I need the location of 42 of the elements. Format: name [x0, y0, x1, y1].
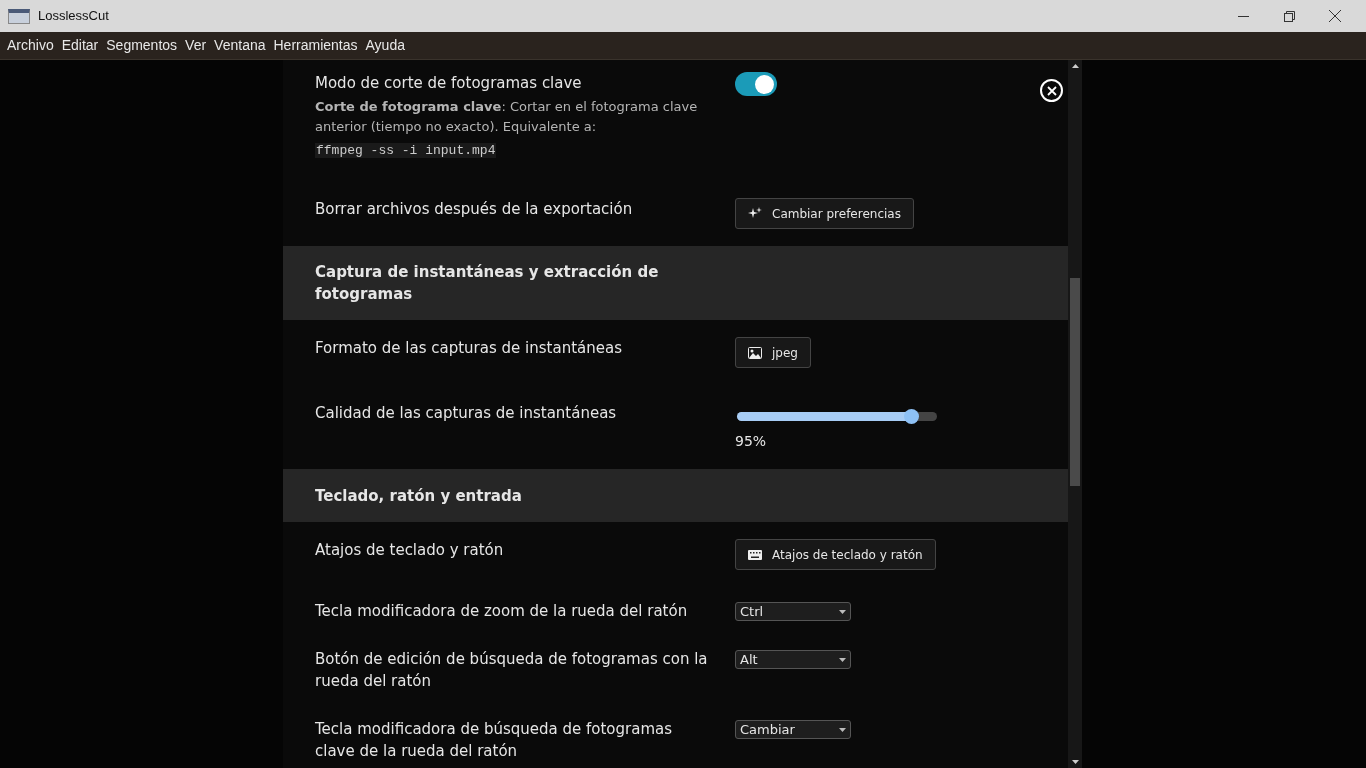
menu-item[interactable]: Ventana [210, 35, 270, 56]
code-snippet: ffmpeg -ss -i input.mp4 [315, 143, 497, 158]
caret-icon [839, 657, 846, 662]
caret-icon [839, 727, 846, 732]
menu-item[interactable]: Ayuda [361, 35, 409, 56]
setting-label: Tecla modificadora de búsqueda de fotogramas clave de la rueda del ratón [315, 719, 674, 762]
scrollbar[interactable] [1068, 60, 1082, 768]
setting-label: Calidad de las capturas de instantáneas [315, 403, 618, 424]
caret-icon [839, 609, 846, 614]
quality-slider[interactable] [735, 408, 937, 424]
slider-reading: 95% [735, 432, 768, 451]
setting-label: Botón de edición de búsqueda de fotogramas con la rueda del ratón [315, 649, 709, 692]
keyboard-icon [748, 549, 762, 560]
menu-item[interactable]: Ver [181, 35, 211, 56]
app-icon [8, 8, 30, 24]
setting-label: Modo de corte de fotogramas clave [315, 73, 583, 94]
setting-description: Corte de fotograma clave: Cortar en el fotograma clave anterior (tiempo no exacto). Equivalente a: [315, 98, 699, 136]
window-title: LosslessCut [38, 7, 109, 26]
scrollbar-thumb[interactable] [1070, 278, 1080, 486]
scroll-down-icon[interactable] [1071, 760, 1079, 764]
close-icon[interactable] [1040, 79, 1063, 102]
close-icon [1329, 10, 1341, 22]
setting-label: Atajos de teclado y ratón [315, 540, 505, 561]
setting-label: Borrar archivos después de la exportación [315, 199, 634, 220]
select-dropdown[interactable]: Alt [735, 650, 851, 669]
select-dropdown[interactable]: Ctrl [735, 602, 851, 621]
menu-item[interactable]: Segmentos [102, 35, 182, 56]
settings-button[interactable]: jpeg [735, 337, 811, 368]
setting-label: Formato de las capturas de instantáneas [315, 338, 623, 359]
section-title: Teclado, ratón y entrada [315, 485, 523, 507]
settings-button[interactable]: Atajos de teclado y ratón [735, 539, 936, 570]
restore-icon [1283, 10, 1295, 22]
scroll-up-icon[interactable] [1071, 64, 1079, 68]
select-dropdown[interactable]: Cambiar [735, 720, 851, 739]
toggle-switch[interactable] [735, 72, 777, 96]
section-title: Captura de instantáneas y extracción de fotogramas [315, 262, 660, 305]
setting-label: Tecla modificadora de zoom de la rueda del ratón [315, 601, 689, 622]
menu-item[interactable]: Editar [57, 35, 103, 56]
menu-item[interactable]: Herramientas [269, 35, 362, 56]
menu-item[interactable]: Archivo [3, 35, 58, 56]
settings-button[interactable]: Cambiar preferencias [735, 198, 914, 229]
image-icon [748, 346, 762, 359]
